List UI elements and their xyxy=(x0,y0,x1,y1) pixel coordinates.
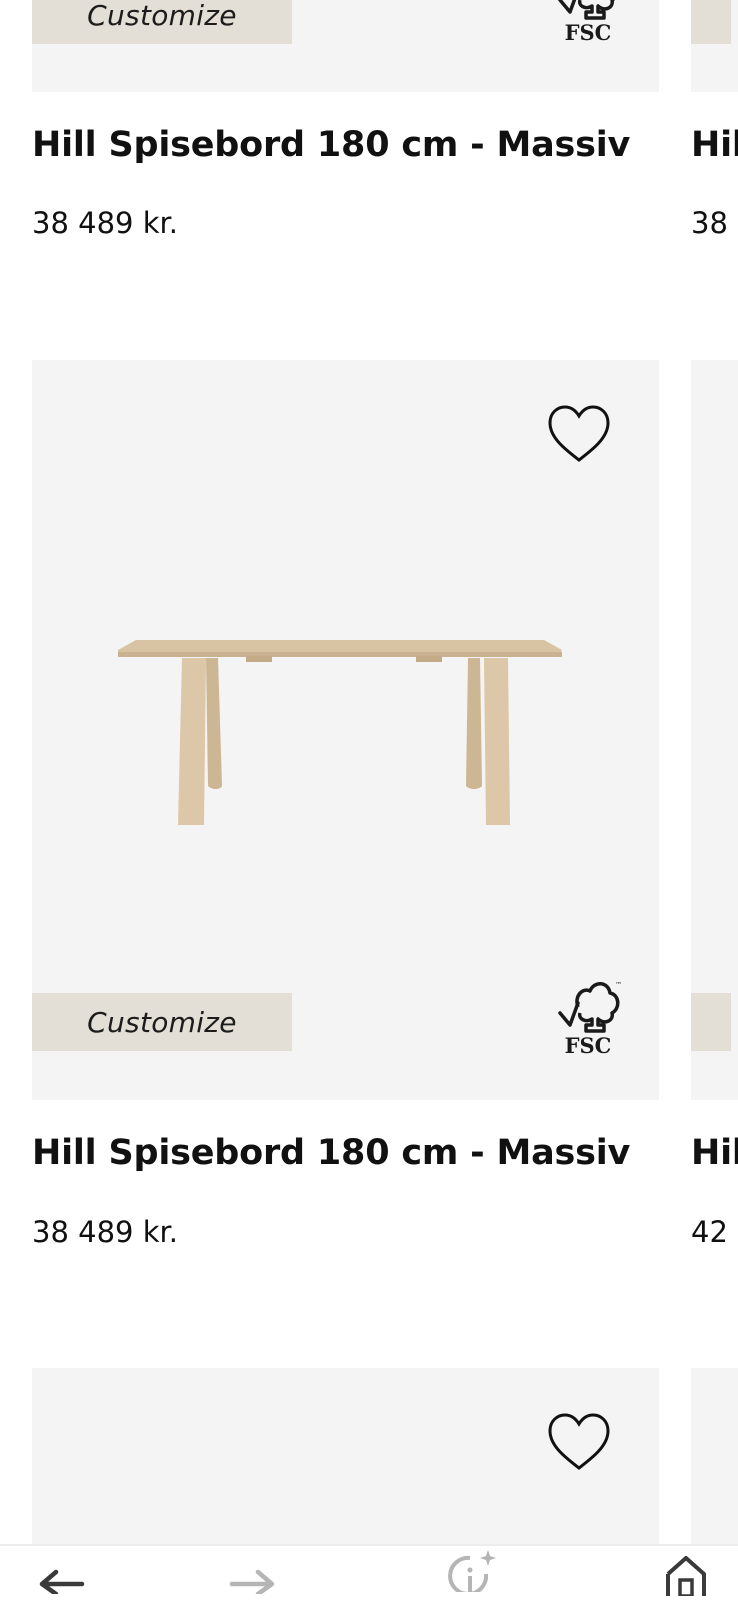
peek-column: Hil 38 Hil 42 xyxy=(691,0,738,1548)
fsc-label: FSC xyxy=(565,1033,612,1058)
product-card-image[interactable] xyxy=(691,360,738,1100)
table-product-image xyxy=(118,640,562,825)
product-card-image[interactable] xyxy=(691,1368,738,1548)
svg-text:™: ™ xyxy=(615,981,622,989)
product-card-image[interactable] xyxy=(32,1368,659,1548)
fsc-tree-icon: FSC xyxy=(558,0,615,45)
info-sparkle-icon[interactable] xyxy=(444,1548,500,1592)
fsc-tree-icon: ™ FSC xyxy=(558,981,622,1058)
product-card-image[interactable]: Customize ™ FSC xyxy=(32,360,659,1100)
product-price: 42 xyxy=(691,1215,728,1249)
arrow-right-icon[interactable] xyxy=(228,1554,278,1594)
fsc-label: FSC xyxy=(565,20,612,45)
customize-button[interactable] xyxy=(691,993,731,1051)
product-price: 38 489 kr. xyxy=(32,1215,178,1249)
product-title[interactable]: Hill Spisebord 180 cm - Massiv xyxy=(32,1133,630,1173)
heart-icon[interactable] xyxy=(546,1412,612,1472)
customize-button[interactable] xyxy=(691,0,731,44)
product-card-image[interactable] xyxy=(691,0,738,92)
arrow-left-icon[interactable] xyxy=(36,1554,86,1594)
customize-button[interactable]: Customize xyxy=(32,993,292,1051)
product-price: 38 489 kr. xyxy=(32,206,178,240)
customize-button[interactable]: Customize xyxy=(32,0,292,44)
heart-icon[interactable] xyxy=(546,404,612,464)
product-card-image[interactable]: Customize FSC xyxy=(32,0,659,92)
home-icon[interactable] xyxy=(664,1552,708,1596)
product-title[interactable]: Hil xyxy=(691,125,738,165)
product-title[interactable]: Hil xyxy=(691,1133,738,1173)
product-title[interactable]: Hill Spisebord 180 cm - Massiv xyxy=(32,125,630,165)
product-price: 38 xyxy=(691,206,728,240)
browser-bottom-bar xyxy=(0,1544,738,1600)
